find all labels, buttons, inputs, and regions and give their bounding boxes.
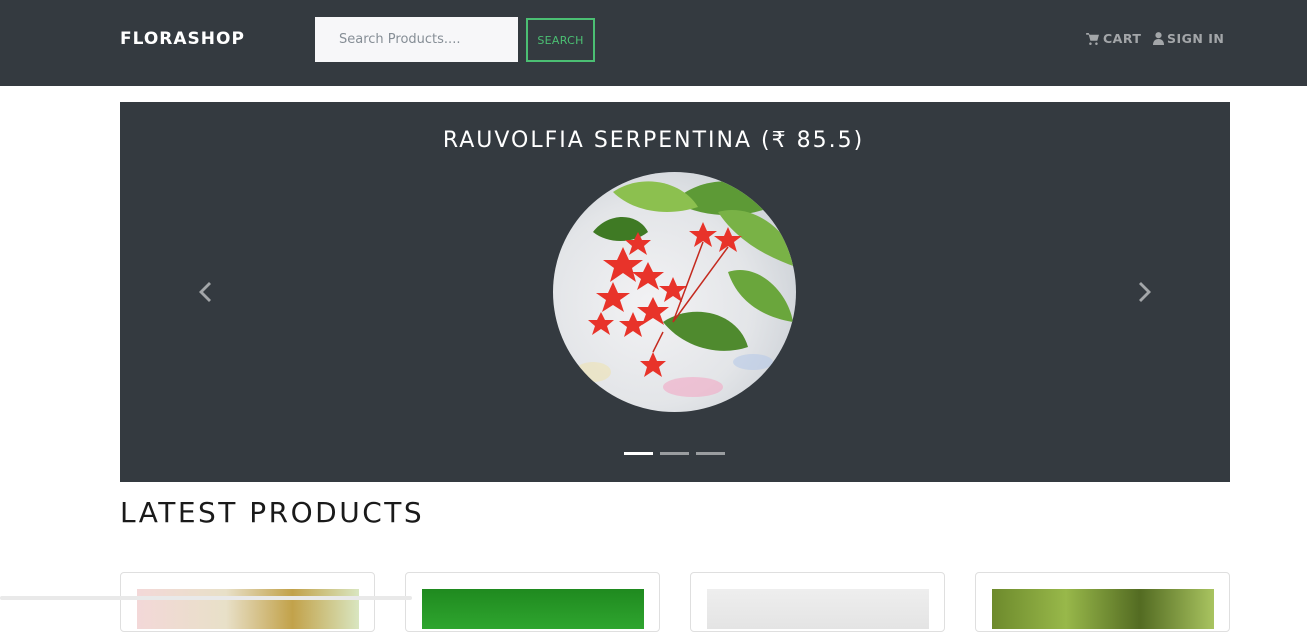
product-card[interactable] xyxy=(975,572,1230,632)
product-card[interactable] xyxy=(690,572,945,632)
cart-link[interactable]: CART xyxy=(1086,31,1141,46)
latest-products-heading: LATEST PRODUCTS xyxy=(120,496,425,529)
carousel-slide-title[interactable]: RAUVOLFIA SERPENTINA (₹ 85.5) xyxy=(0,128,1307,153)
carousel-indicator-1[interactable] xyxy=(624,452,653,455)
carousel-prev-button[interactable] xyxy=(190,276,218,308)
chevron-left-icon xyxy=(190,282,218,312)
user-icon xyxy=(1153,32,1164,45)
signin-link[interactable]: SIGN IN xyxy=(1153,31,1224,46)
horizontal-scrollbar[interactable] xyxy=(0,596,412,600)
carousel-product-image[interactable] xyxy=(553,172,796,412)
product-image[interactable] xyxy=(992,589,1214,629)
product-card[interactable] xyxy=(120,572,375,632)
product-card[interactable] xyxy=(405,572,660,632)
product-image[interactable] xyxy=(422,589,644,629)
product-image[interactable] xyxy=(707,589,929,629)
brand-logo[interactable]: FLORASHOP xyxy=(120,29,245,49)
carousel-indicator-3[interactable] xyxy=(696,452,725,455)
cart-label: CART xyxy=(1103,31,1142,46)
chevron-right-icon xyxy=(1132,282,1160,312)
search-button[interactable]: SEARCH xyxy=(526,18,595,62)
product-image[interactable] xyxy=(137,589,359,629)
search-input[interactable] xyxy=(315,17,518,62)
carousel-next-button[interactable] xyxy=(1132,276,1160,308)
navbar: FLORASHOP SEARCH CART SIGN IN xyxy=(0,0,1307,86)
shopping-cart-icon xyxy=(1086,32,1100,45)
carousel-indicator-2[interactable] xyxy=(660,452,689,455)
signin-label: SIGN IN xyxy=(1167,31,1225,46)
